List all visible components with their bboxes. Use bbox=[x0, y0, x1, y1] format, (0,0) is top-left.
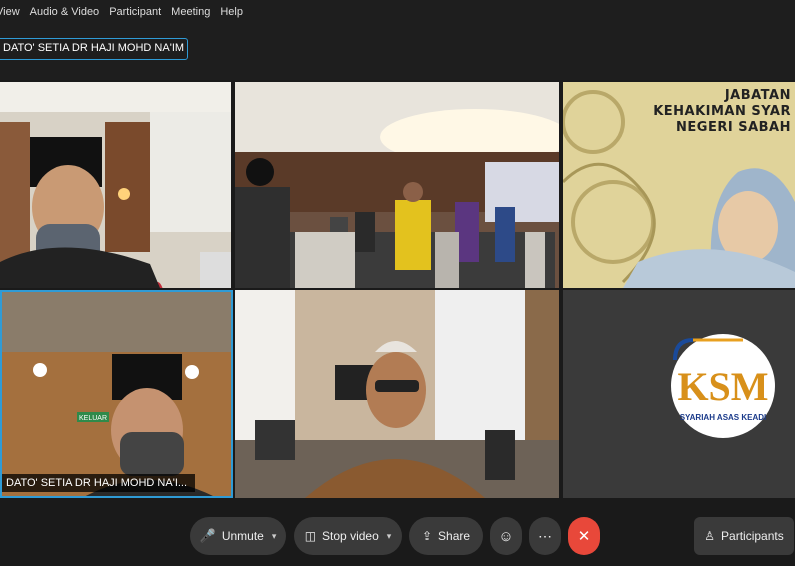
share-icon: ⇪ bbox=[421, 529, 433, 543]
participant-video bbox=[235, 290, 559, 498]
participant-video bbox=[235, 82, 559, 288]
participant-video: KELUAR bbox=[2, 292, 231, 496]
self-name-tag: DATO' SETIA DR HAJI MOHD NA'I... bbox=[2, 474, 196, 492]
unmute-label: Unmute bbox=[221, 529, 264, 543]
video-tile-self[interactable]: KELUAR DATO' SETIA DR HAJI MOHD NA'I... bbox=[0, 290, 233, 498]
participants-label: Participants bbox=[721, 529, 784, 543]
video-tile-2[interactable] bbox=[235, 82, 559, 288]
speaker-bar: DATO' SETIA DR HAJI MOHD NA'IM ... bbox=[0, 24, 795, 80]
chevron-down-icon: ▾ bbox=[386, 530, 392, 541]
menu-help[interactable]: Help bbox=[220, 6, 243, 18]
leave-button[interactable]: ✕ bbox=[568, 517, 600, 555]
menu-meeting[interactable]: Meeting bbox=[171, 6, 210, 18]
reactions-button[interactable]: ☺ bbox=[490, 517, 522, 555]
stop-video-label: Stop video bbox=[322, 529, 379, 543]
active-speaker-label[interactable]: DATO' SETIA DR HAJI MOHD NA'IM ... bbox=[0, 38, 188, 60]
menu-audio-video[interactable]: Audio & Video bbox=[30, 6, 100, 18]
video-tile-3[interactable]: JABATAN KEHAKIMAN SYAR NEGERI SABAH bbox=[563, 82, 795, 288]
microphone-muted-icon: 🎤 bbox=[199, 528, 216, 543]
jabatan-overlay: JABATAN KEHAKIMAN SYAR NEGERI SABAH bbox=[653, 88, 791, 136]
more-options-button[interactable]: ⋯ bbox=[529, 517, 561, 555]
menu-participant[interactable]: Participant bbox=[109, 6, 161, 18]
logo-caption: SYARIAH ASAS KEADI bbox=[680, 413, 767, 422]
ksm-logo: KSM SYARIAH ASAS KEADI bbox=[671, 334, 775, 438]
ellipsis-icon: ⋯ bbox=[538, 527, 552, 544]
menu-view[interactable]: View bbox=[0, 6, 20, 18]
smiley-icon: ☺ bbox=[498, 527, 514, 545]
video-tile-1[interactable] bbox=[0, 82, 231, 288]
logo-text: KSM bbox=[677, 364, 768, 409]
unmute-button[interactable]: 🎤 Unmute ▾ bbox=[190, 517, 286, 555]
menu-bar: View Audio & Video Participant Meeting H… bbox=[0, 0, 795, 24]
chevron-down-icon: ▾ bbox=[271, 530, 277, 541]
exit-sign: KELUAR bbox=[79, 415, 107, 422]
jabatan-line-2: KEHAKIMAN SYAR bbox=[653, 104, 791, 119]
person-icon: ♙ bbox=[704, 529, 716, 543]
jabatan-line-1: JABATAN bbox=[724, 88, 791, 103]
video-tile-6[interactable]: KSM SYARIAH ASAS KEADI bbox=[563, 290, 795, 498]
jabatan-line-3: NEGERI SABAH bbox=[676, 120, 791, 135]
control-bar: 🎤 Unmute ▾ ◫ Stop video ▾ ⇪ Share ☺ ⋯ ✕ … bbox=[0, 506, 795, 566]
stop-video-button[interactable]: ◫ Stop video ▾ bbox=[294, 517, 402, 555]
participants-button[interactable]: ♙ Participants bbox=[694, 517, 794, 555]
close-icon: ✕ bbox=[577, 528, 591, 545]
share-button[interactable]: ⇪ Share bbox=[409, 517, 483, 555]
share-label: Share bbox=[438, 529, 471, 543]
participant-video bbox=[0, 82, 231, 288]
video-tile-5[interactable] bbox=[235, 290, 559, 498]
video-camera-icon: ◫ bbox=[304, 529, 317, 543]
